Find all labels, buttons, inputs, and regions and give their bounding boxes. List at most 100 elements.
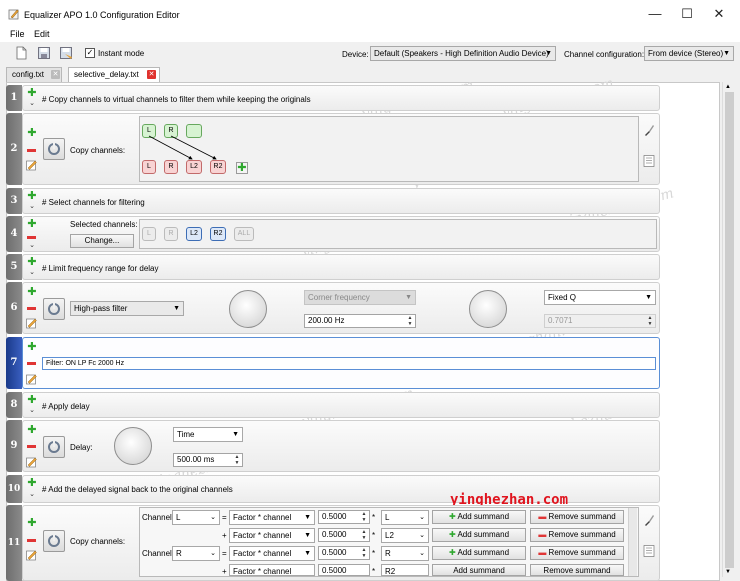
remove-icon[interactable] — [27, 307, 36, 310]
remove-summand-button[interactable]: ▬ Remove summand — [530, 528, 624, 542]
add-icon[interactable]: ✚ — [27, 191, 37, 202]
row-number[interactable]: 3 — [6, 188, 22, 214]
expand-icon[interactable]: ⌄ — [28, 242, 36, 249]
factor-select[interactable]: Factor * channel — [229, 564, 315, 576]
spin-icon[interactable]: ▲ ▼ — [406, 315, 414, 327]
row-number[interactable]: 9 — [6, 420, 22, 472]
power-toggle[interactable] — [43, 530, 65, 552]
scroll-down-icon[interactable]: ▼ — [725, 569, 731, 575]
maximize-button[interactable]: ☐ — [670, 4, 704, 24]
target-channel-select[interactable]: R2 — [381, 564, 429, 576]
edit-icon[interactable] — [26, 318, 38, 329]
factor-value-input[interactable]: 0.5000 ▲ ▼ — [318, 528, 370, 542]
add-icon[interactable]: ✚ — [27, 219, 37, 230]
menu-edit[interactable]: Edit — [34, 29, 50, 39]
target-channel-select[interactable]: L2 ⌄ — [381, 528, 429, 543]
channel-config-select[interactable]: From device (Stereo) ▼ — [644, 46, 734, 61]
remove-icon[interactable] — [27, 149, 36, 152]
comment-text[interactable]: # Copy channels to virtual channels to f… — [42, 95, 311, 104]
remove-icon[interactable] — [27, 445, 36, 448]
expand-icon[interactable]: ⌄ — [28, 269, 36, 276]
add-icon[interactable]: ✚ — [27, 342, 37, 353]
channel-all[interactable]: ALL — [234, 227, 254, 241]
row-number[interactable]: 1 — [6, 85, 22, 111]
change-button[interactable]: Change... — [70, 234, 134, 248]
add-icon[interactable]: ✚ — [27, 518, 37, 529]
spin-icon[interactable]: ▲ ▼ — [646, 315, 654, 327]
add-summand-button[interactable]: Add summand — [432, 564, 526, 576]
device-select[interactable]: Default (Speakers - High Definition Audi… — [370, 46, 556, 61]
filter-type-select[interactable]: High-pass filter ▼ — [70, 301, 184, 316]
close-icon[interactable]: ✕ — [147, 70, 156, 79]
q-type-select[interactable]: Fixed Q ▼ — [544, 290, 656, 305]
row-number[interactable]: 8 — [6, 392, 22, 418]
edit-icon[interactable] — [26, 457, 38, 468]
add-icon[interactable]: ✚ — [27, 287, 37, 298]
row-comment[interactable] — [22, 392, 660, 418]
close-icon[interactable]: ✕ — [51, 70, 60, 79]
channel-select[interactable]: L ⌄ — [172, 510, 220, 525]
minimize-button[interactable]: — — [638, 4, 672, 24]
comment-text[interactable]: # Apply delay — [42, 402, 90, 411]
target-channel-select[interactable]: L ⌄ — [381, 510, 429, 525]
row-number[interactable]: 11 — [6, 505, 22, 581]
add-icon[interactable]: ✚ — [27, 257, 37, 268]
row-number[interactable]: 7 — [6, 337, 22, 389]
factor-value-input[interactable]: 0.5000 ▲ ▼ — [318, 510, 370, 524]
row-number[interactable]: 4 — [6, 216, 22, 252]
add-icon[interactable]: ✚ — [27, 128, 37, 139]
remove-icon[interactable] — [27, 236, 36, 239]
comment-text[interactable]: # Limit frequency range for delay — [42, 264, 159, 273]
corner-frequency-select[interactable]: Corner frequency ▼ — [304, 290, 416, 305]
remove-icon[interactable] — [27, 362, 36, 365]
tab-selective-delay[interactable]: selective_delay.txt ✕ — [68, 67, 160, 83]
channel-r2[interactable]: R2 — [210, 227, 226, 241]
spin-icon[interactable]: ▲ ▼ — [360, 547, 368, 559]
factor-value-input[interactable]: 0.5000 ▲ ▼ — [318, 546, 370, 560]
brush-icon[interactable] — [643, 124, 655, 136]
channel-r[interactable]: R — [164, 227, 178, 241]
save-icon[interactable] — [37, 46, 51, 60]
remove-summand-button[interactable]: Remove summand — [530, 564, 624, 576]
add-summand-button[interactable]: ✚ Add summand — [432, 510, 526, 524]
add-summand-button[interactable]: ✚ Add summand — [432, 528, 526, 542]
factor-select[interactable]: Factor * channel ▼ — [229, 510, 315, 525]
row-number[interactable]: 10 — [6, 475, 22, 503]
instant-mode-checkbox[interactable]: ✓ — [85, 48, 95, 58]
add-icon[interactable]: ✚ — [27, 425, 37, 436]
channel-select[interactable]: R ⌄ — [172, 546, 220, 561]
power-toggle[interactable] — [43, 138, 65, 160]
q-value-input[interactable]: 0.7071 ▲ ▼ — [544, 314, 656, 328]
close-button[interactable]: ✕ — [702, 4, 736, 24]
mix-panel-scrollbar[interactable] — [628, 508, 637, 576]
filter-text-input[interactable]: Filter: ON LP Fc 2000 Hz — [42, 357, 656, 370]
delay-value-input[interactable]: 500.00 ms ▲ ▼ — [173, 453, 243, 467]
expand-icon[interactable]: ⌄ — [28, 203, 36, 210]
delay-knob[interactable] — [114, 427, 152, 465]
expand-icon[interactable]: ⌄ — [28, 100, 36, 107]
spin-icon[interactable]: ▲ ▼ — [360, 511, 368, 523]
scrollbar-thumb[interactable] — [725, 92, 734, 568]
notes-icon[interactable] — [643, 155, 655, 167]
brush-icon[interactable] — [643, 514, 655, 526]
add-icon[interactable]: ✚ — [27, 478, 37, 489]
add-icon[interactable]: ✚ — [27, 395, 37, 406]
q-knob[interactable] — [469, 290, 507, 328]
factor-select[interactable]: Factor * channel ▼ — [229, 528, 315, 543]
menu-file[interactable]: File — [10, 29, 25, 39]
tab-config[interactable]: config.txt ✕ — [6, 67, 62, 82]
comment-text[interactable]: # Add the delayed signal back to the ori… — [42, 485, 233, 494]
corner-frequency-input[interactable]: 200.00 Hz ▲ ▼ — [304, 314, 416, 328]
edit-icon[interactable] — [26, 160, 38, 171]
edit-icon[interactable] — [26, 374, 38, 385]
frequency-knob[interactable] — [229, 290, 267, 328]
add-icon[interactable]: ✚ — [27, 88, 37, 99]
spin-icon[interactable]: ▲ ▼ — [233, 454, 241, 466]
row-number[interactable]: 2 — [6, 113, 22, 185]
remove-summand-button[interactable]: ▬ Remove summand — [530, 510, 624, 524]
save-as-icon[interactable] — [59, 46, 73, 60]
delay-unit-select[interactable]: Time ▼ — [173, 427, 243, 442]
new-file-icon[interactable] — [14, 46, 28, 60]
row-number[interactable]: 5 — [6, 254, 22, 280]
channel-l2[interactable]: L2 — [186, 227, 202, 241]
